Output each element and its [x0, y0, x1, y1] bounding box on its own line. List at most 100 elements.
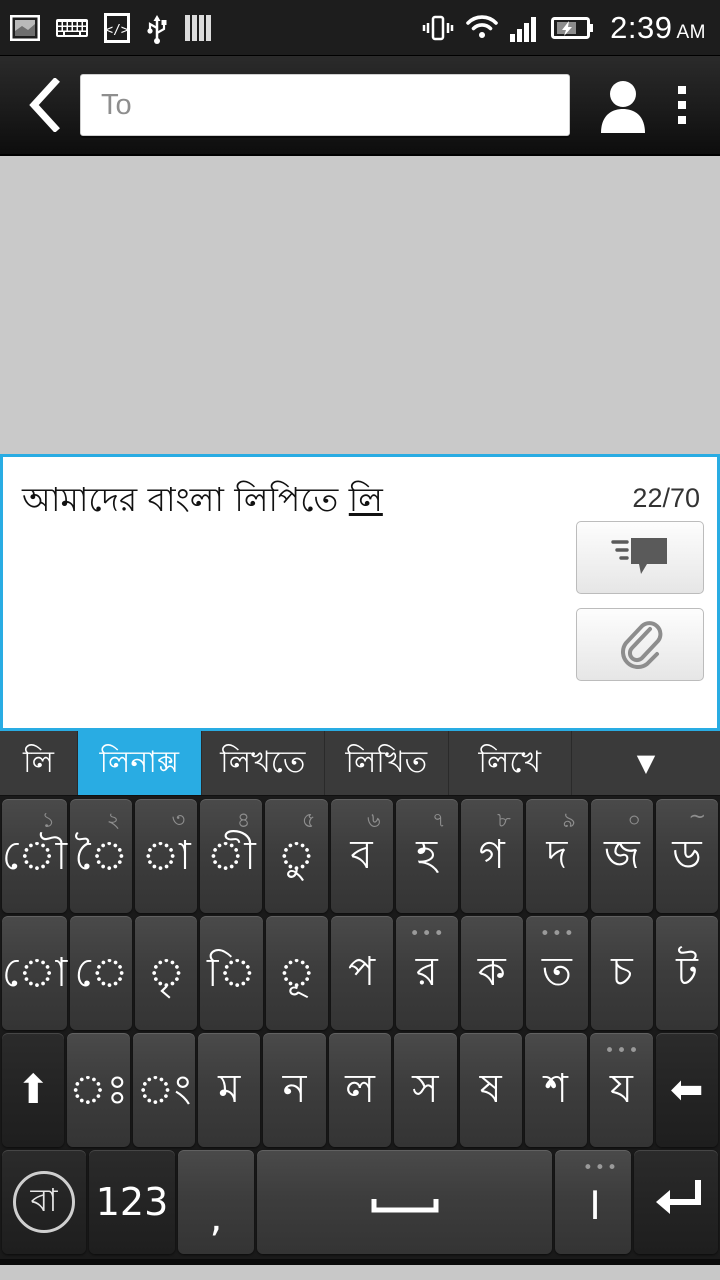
status-bar-left-icons: </> — [10, 12, 212, 44]
key-label: ড — [672, 831, 702, 878]
send-button[interactable] — [576, 521, 704, 594]
key-long-press-dots: ••• — [604, 1041, 641, 1061]
space-key[interactable] — [257, 1150, 552, 1254]
contacts-button[interactable] — [586, 69, 660, 141]
status-bar-right-icons: 2:39 AM — [422, 10, 706, 46]
key-ল[interactable]: ল — [328, 1033, 392, 1147]
key-য[interactable]: ••• য — [590, 1033, 653, 1147]
key-ষ[interactable]: ষ — [459, 1033, 522, 1147]
key-ত[interactable]: ••• ত — [525, 916, 588, 1030]
key-ঃ[interactable]: ঃ — [67, 1033, 130, 1147]
key-ন[interactable]: ন — [263, 1033, 326, 1147]
key-label: া — [141, 833, 191, 879]
key-া[interactable]: ৩া — [135, 799, 198, 913]
numeric-mode-key[interactable]: 123 — [89, 1150, 175, 1254]
key-label: ক — [477, 948, 506, 995]
key-শ[interactable]: শ — [524, 1033, 588, 1147]
key-ৃ[interactable]: ৃ — [135, 916, 198, 1030]
clock-time: 2:39 — [610, 9, 673, 45]
key-ং[interactable]: ং — [132, 1033, 196, 1147]
key-label: ো — [2, 950, 68, 996]
usb-icon — [146, 12, 168, 44]
key-label: স — [412, 1065, 439, 1112]
key-label: ⬅ — [670, 1067, 704, 1113]
key-superscript: ০ — [627, 808, 641, 832]
key-label: ট — [676, 948, 698, 995]
keyboard-row-1: ১ৌ ২ৈ ৩া ৪ী ৫ু ৬ ব ৭ হ ৮ গ ৯ দ ০ জ ~ ড — [2, 799, 719, 913]
language-key-label: বা — [13, 1171, 75, 1233]
key-superscript: ৬ — [366, 808, 381, 832]
danda-key-label: । — [584, 1176, 602, 1230]
key-superscript: ৫ — [301, 808, 316, 832]
key-ৈ[interactable]: ২ৈ — [70, 799, 133, 913]
key-স[interactable]: স — [394, 1033, 457, 1147]
key-চ[interactable]: চ — [590, 916, 653, 1030]
suggestion-item-1[interactable]: লিনাক্স — [78, 731, 202, 795]
phone-screen: </> 2:39 AM To আমাদের বাংলা লিপিতে লি 22… — [0, 0, 720, 1280]
key-ি[interactable]: ি — [200, 916, 263, 1030]
suggestion-bar: লি লিনাক্স লিখতে লিখিত লিখে ▼ — [0, 731, 720, 796]
suggestion-item-2[interactable]: লিখতে — [202, 731, 325, 795]
key-জ[interactable]: ০জ — [590, 799, 653, 913]
vibrate-icon — [422, 13, 454, 43]
backspace-key[interactable]: ⬅ — [655, 1033, 718, 1147]
danda-key[interactable]: ••• । — [555, 1150, 631, 1254]
suggestion-item-3[interactable]: লিখিত — [325, 731, 449, 795]
battery-charging-icon — [551, 16, 594, 40]
key-label: চ — [611, 948, 633, 995]
status-bar: </> 2:39 AM — [0, 0, 720, 56]
key-label: ল — [345, 1065, 375, 1112]
status-bar-clock: 2:39 AM — [610, 10, 706, 46]
paperclip-icon — [617, 615, 663, 674]
back-button[interactable] — [18, 74, 72, 136]
numeric-key-label: 123 — [95, 1180, 169, 1224]
key-ড[interactable]: ~ ড — [655, 799, 719, 913]
key-ব[interactable]: ৬ব — [330, 799, 393, 913]
key-প[interactable]: প — [330, 916, 393, 1030]
enter-icon — [648, 1174, 704, 1230]
message-input[interactable]: আমাদের বাংলা লিপিতে লি — [22, 479, 560, 522]
message-text-committed: আমাদের বাংলা লিপিতে — [22, 480, 349, 519]
key-label: র — [415, 948, 438, 995]
recipient-input[interactable]: To — [80, 74, 570, 136]
send-icon — [609, 534, 671, 581]
key-label: ং — [136, 1067, 192, 1113]
key-ূ[interactable]: ূ — [265, 916, 328, 1030]
shift-key[interactable]: ⬆ — [2, 1033, 65, 1147]
suggestion-item-0[interactable]: লি — [0, 731, 78, 795]
key-ৌ[interactable]: ১ৌ — [2, 799, 68, 913]
overflow-menu-button[interactable] — [660, 69, 704, 141]
keyboard-row-2: োেৃিূ প ••• র ক ••• ত চ ট — [2, 916, 719, 1030]
key-label: ূ — [277, 950, 316, 996]
key-superscript: ৭ — [432, 808, 446, 832]
enter-key[interactable] — [634, 1150, 718, 1254]
key-র[interactable]: ••• র — [395, 916, 458, 1030]
recipient-placeholder: To — [101, 88, 132, 121]
key-superscript: ৩ — [171, 808, 186, 832]
key-label: প — [348, 948, 376, 995]
developer-mode-icon: </> — [104, 12, 130, 43]
compose-area: আমাদের বাংলা লিপিতে লি 22/70 — [0, 454, 720, 731]
key-superscript: ৪ — [236, 808, 251, 832]
key-ক[interactable]: ক — [460, 916, 523, 1030]
key-হ[interactable]: ৭হ — [395, 799, 458, 913]
suggestion-item-4[interactable]: লিখে — [449, 731, 572, 795]
key-গ[interactable]: ৮গ — [460, 799, 523, 913]
key-দ[interactable]: ৯দ — [525, 799, 588, 913]
attach-button[interactable] — [576, 608, 704, 681]
key-ে[interactable]: ে — [70, 916, 133, 1030]
key-ম[interactable]: ম — [198, 1033, 261, 1147]
key-superscript: ১ — [41, 808, 56, 832]
app-bar: To — [0, 56, 720, 156]
language-switch-key[interactable]: বা — [2, 1150, 86, 1254]
key-ু[interactable]: ৫ু — [265, 799, 328, 913]
key-label: ⬆ — [16, 1067, 50, 1113]
keyboard-row-3: ⬆ঃং ম ন ল স ষ শ ••• য ⬅ — [2, 1033, 718, 1147]
key-ী[interactable]: ৪ী — [200, 799, 263, 913]
expand-suggestions-button[interactable]: ▼ — [572, 731, 720, 795]
key-long-press-dots: ••• — [539, 924, 576, 944]
overflow-dot-1 — [678, 86, 686, 94]
key-ট[interactable]: ট — [655, 916, 719, 1030]
key-ো[interactable]: ো — [2, 916, 68, 1030]
comma-key[interactable]: , — [178, 1150, 254, 1254]
